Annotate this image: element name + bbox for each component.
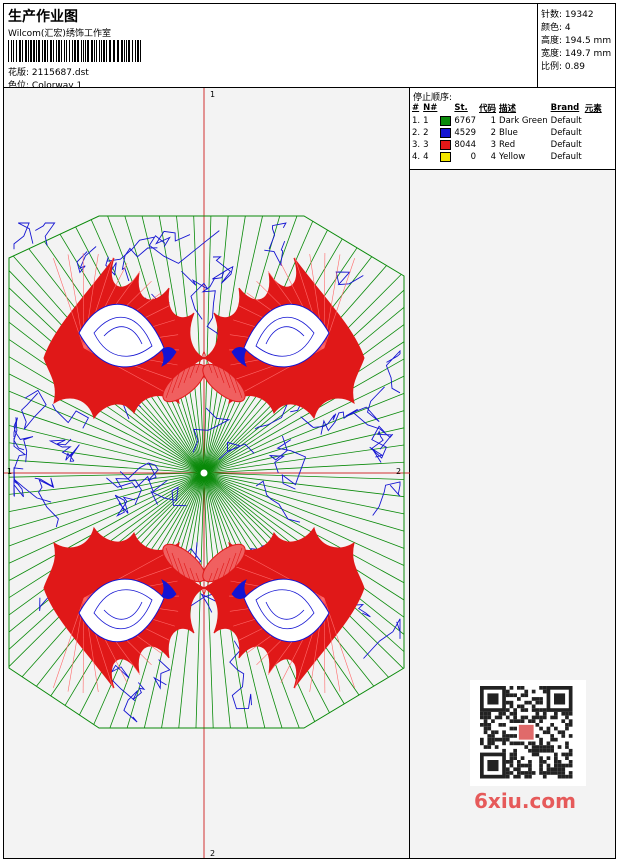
row-brand: Default [550, 128, 582, 138]
design-file-value: 2115687.dst [31, 68, 89, 78]
row-index: 3. [412, 140, 421, 150]
studio-name: Wilcom(汇宏)绣饰工作室 [8, 29, 111, 39]
color-swatch [440, 127, 452, 138]
row-index: 2. [412, 128, 421, 138]
row-index: 1. [412, 116, 421, 126]
flame-motif-bottom-left [43, 526, 206, 694]
row-stitches: 0 [470, 152, 477, 162]
row-swatch [440, 115, 454, 127]
row-swatch [440, 151, 454, 163]
embroidery-design: 1 2 1 2 [4, 88, 410, 858]
barcode [8, 40, 141, 62]
thread-table-header: # N# St. 代码 描述 Brand 元素 [412, 102, 605, 115]
stat-width: 宽度: 149.7 mm [541, 49, 612, 59]
green-rays [8, 215, 405, 729]
row-brand: Default [550, 116, 582, 126]
axis-label-right: 2 [396, 467, 401, 476]
row-code: 4 [490, 152, 497, 162]
watermark-text: 6xiu.com [474, 789, 576, 813]
worksheet-header: 生产作业图 Wilcom(汇宏)绣饰工作室 花版: 2115687.dst 色位… [4, 4, 538, 91]
stat-stitches: 针数: 19342 [541, 10, 594, 20]
row-code: 1 [490, 116, 497, 126]
col-number: N# [423, 103, 438, 113]
thread-row: 2. 2 4529 2 Blue Default [412, 127, 605, 139]
col-index: # [412, 103, 420, 113]
row-stitches: 6767 [454, 116, 477, 126]
row-index: 4. [412, 152, 421, 162]
col-brand: Brand [550, 103, 580, 113]
flame-motif-bottom-right [202, 526, 365, 694]
color-swatch [440, 139, 452, 150]
row-number: 2 [423, 128, 429, 138]
col-stitches: St. [454, 103, 468, 113]
qr-code [470, 680, 586, 786]
stat-scale: 比例: 0.89 [541, 62, 585, 72]
design-canvas: 1 2 1 2 [4, 88, 410, 858]
row-stitches: 8044 [454, 140, 477, 150]
stat-colors: 颜色: 4 [541, 23, 571, 33]
row-code: 3 [490, 140, 497, 150]
color-swatch [440, 115, 452, 126]
axis-label-bottom: 2 [210, 849, 215, 858]
thread-row: 1. 1 6767 1 Dark Green Default [412, 115, 605, 127]
design-stats: 针数: 19342 颜色: 4 高度: 194.5 mm 宽度: 149.7 m… [538, 4, 615, 88]
row-swatch [440, 139, 454, 151]
row-description: Blue [499, 128, 518, 138]
row-brand: Default [550, 140, 582, 150]
row-description: Dark Green [499, 116, 548, 126]
row-stitches: 4529 [454, 128, 477, 138]
thread-table: # N# St. 代码 描述 Brand 元素 1. 1 6767 1 Dark Gre… [412, 102, 605, 163]
design-file-label: 花版: [8, 68, 30, 78]
col-element: 元素 [584, 104, 602, 114]
row-number: 3 [423, 140, 429, 150]
col-swatch [440, 102, 454, 115]
thread-row: 3. 3 8044 3 Red Default [412, 139, 605, 151]
stat-height: 高度: 194.5 mm [541, 36, 612, 46]
page-title: 生产作业图 [8, 9, 78, 25]
row-element [585, 151, 605, 163]
row-number: 1 [423, 116, 429, 126]
row-swatch [440, 127, 454, 139]
color-swatch [440, 151, 452, 162]
row-element [585, 127, 605, 139]
row-brand: Default [550, 152, 582, 162]
col-description: 描述 [499, 104, 517, 114]
design-file-line: 花版: 2115687.dst [8, 65, 89, 78]
row-element [585, 139, 605, 151]
row-number: 4 [423, 152, 429, 162]
axis-label-top: 1 [210, 90, 215, 99]
row-description: Red [499, 140, 516, 150]
row-element [585, 115, 605, 127]
stop-sequence-panel: 停止顺序: # N# St. 代码 描述 Brand 元素 1. 1 6767 1 Da… [410, 88, 615, 170]
axis-label-left: 1 [7, 467, 12, 476]
row-code: 2 [490, 128, 497, 138]
row-description: Yellow [499, 152, 526, 162]
thread-row: 4. 4 0 4 Yellow Default [412, 151, 605, 163]
col-code: 代码 [479, 104, 497, 114]
qr-code-image [480, 686, 573, 779]
